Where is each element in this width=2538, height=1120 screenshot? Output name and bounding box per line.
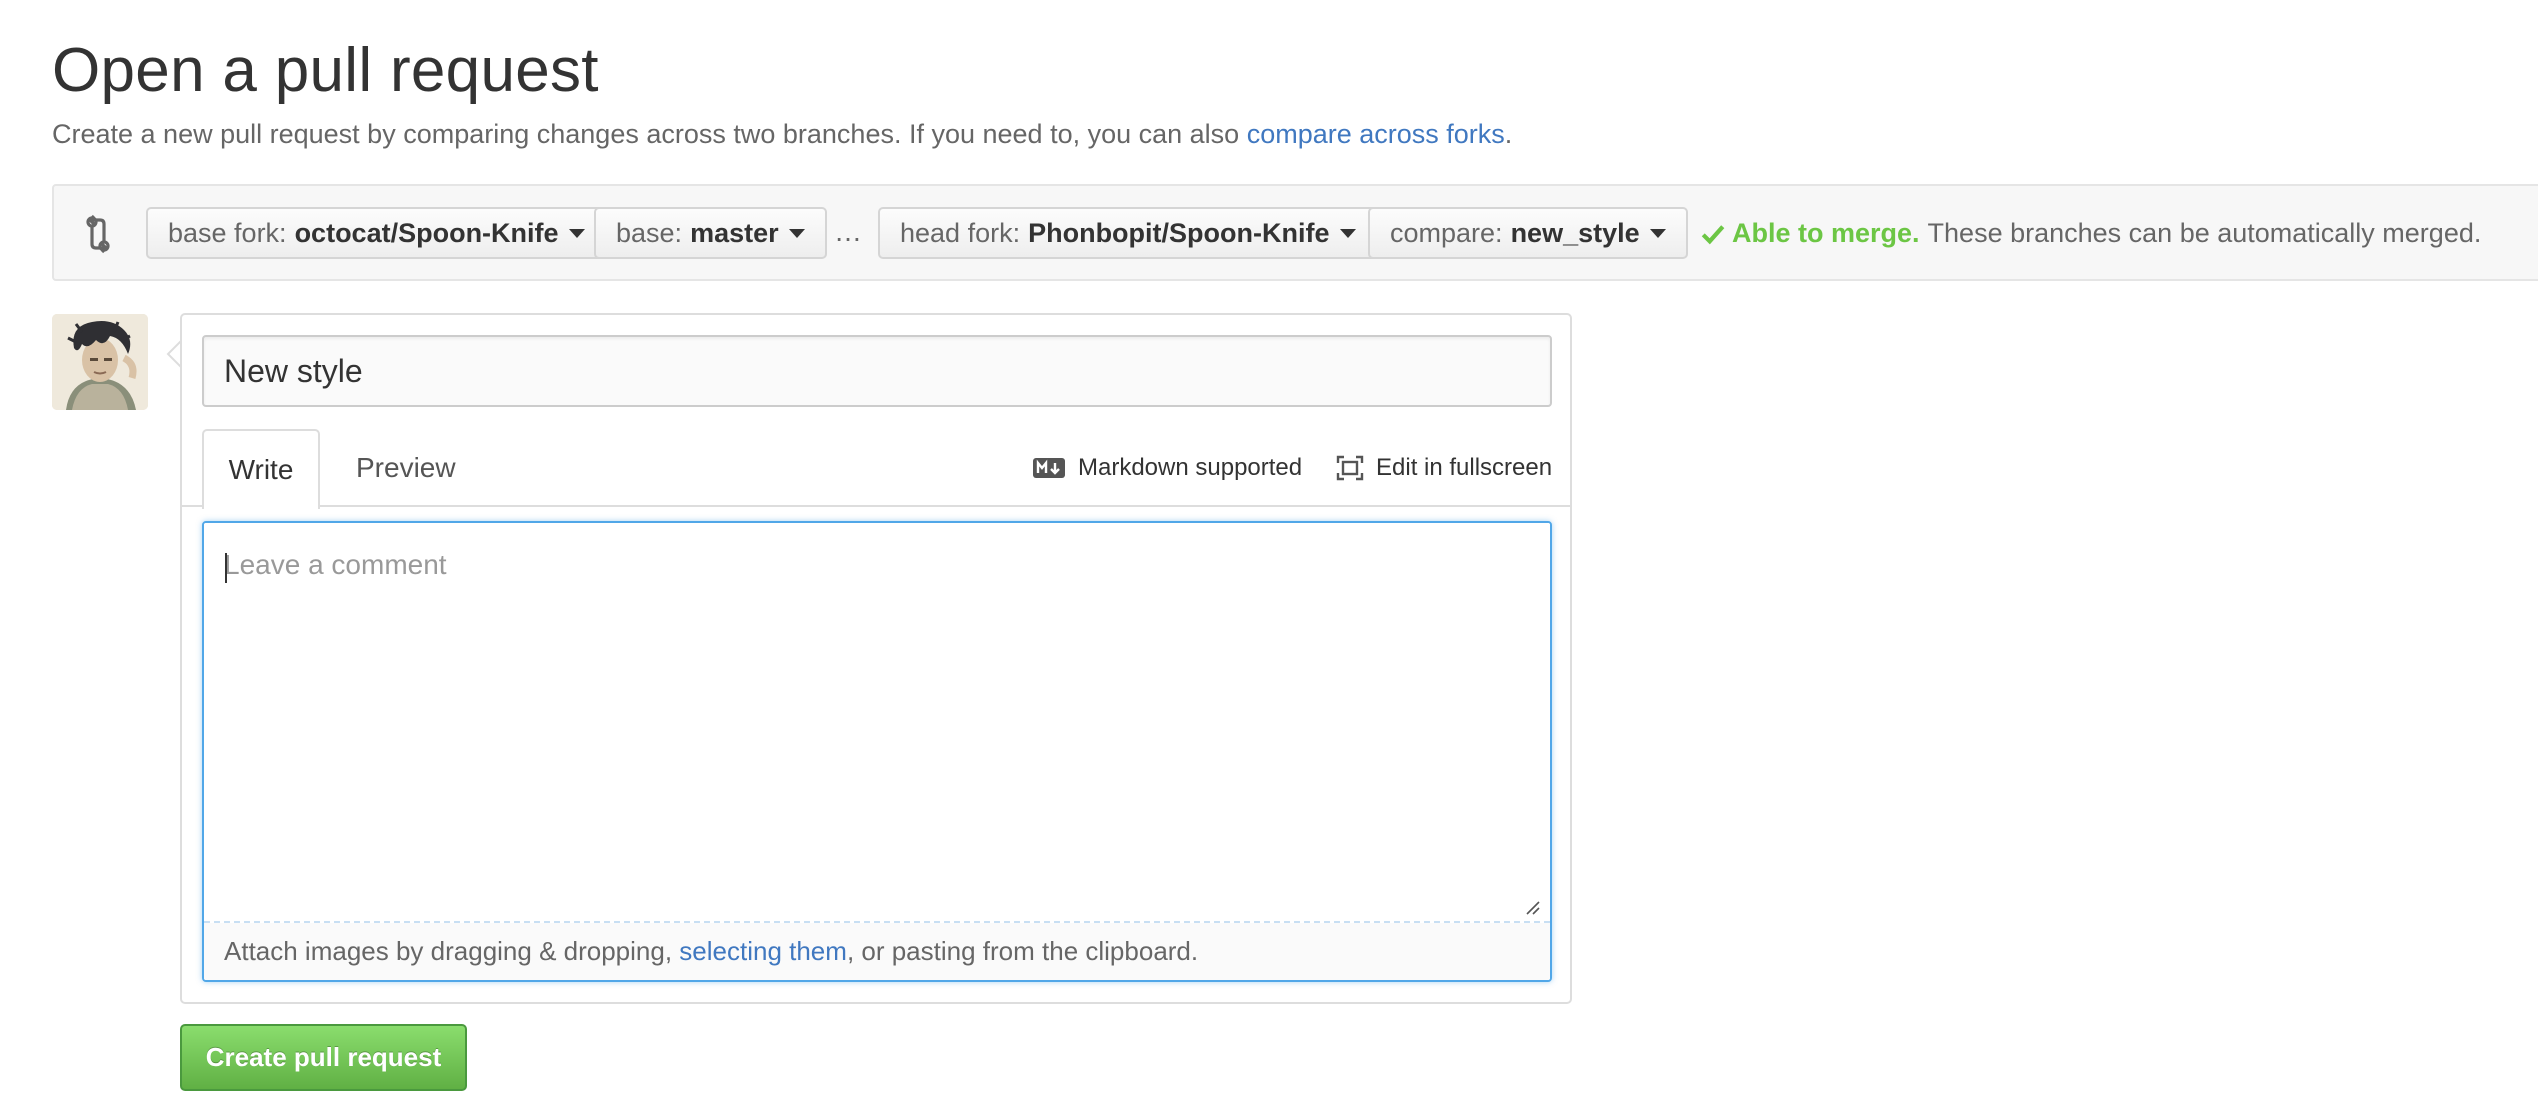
description-suffix: . — [1504, 119, 1513, 149]
check-icon — [1701, 224, 1725, 244]
compare-branch-select[interactable]: compare: new_style — [1368, 207, 1688, 259]
markdown-supported-link[interactable]: Markdown supported — [1032, 429, 1302, 507]
base-fork-value: octocat/Spoon-Knife — [294, 217, 559, 248]
branch-range-editor: base fork: octocat/Spoon-Knife base: mas… — [52, 184, 2538, 281]
base-fork-select[interactable]: base fork: octocat/Spoon-Knife — [146, 207, 607, 259]
comment-tabs: Write Preview Markdown supported Edit in… — [182, 429, 1570, 509]
head-fork-value: Phonbopit/Spoon-Knife — [1028, 217, 1330, 248]
base-branch-label: base: — [616, 217, 683, 248]
caret-down-icon — [1339, 228, 1356, 238]
range-separator: … — [834, 216, 862, 247]
comment-editor: Attach images by dragging & dropping, se… — [202, 521, 1552, 982]
edit-fullscreen-button[interactable]: Edit in fullscreen — [1336, 429, 1552, 507]
pull-request-title-input[interactable] — [202, 335, 1552, 407]
git-compare-icon[interactable] — [80, 214, 116, 254]
text-cursor — [225, 553, 227, 583]
caret-down-icon — [568, 228, 585, 238]
base-fork-label: base fork: — [168, 217, 287, 248]
page-title: Open a pull request — [52, 36, 599, 105]
markdown-supported-label: Markdown supported — [1078, 454, 1303, 481]
base-branch-select[interactable]: base: master — [594, 207, 827, 259]
base-branch-value: master — [690, 217, 779, 248]
merge-ok: Able to merge. — [1700, 218, 1920, 249]
edit-fullscreen-label: Edit in fullscreen — [1376, 454, 1553, 481]
merge-status-message: These branches can be automatically merg… — [1927, 218, 2482, 248]
head-fork-select[interactable]: head fork: Phonbopit/Spoon-Knife — [878, 207, 1378, 259]
resize-grip-icon[interactable] — [1524, 899, 1540, 915]
merge-status-label: Able to merge. — [1732, 218, 1920, 248]
compare-branch-label: compare: — [1390, 217, 1503, 248]
merge-status: Able to merge. These branches can be aut… — [1700, 218, 2481, 249]
compare-across-forks-link[interactable]: compare across forks — [1247, 119, 1505, 149]
head-fork-label: head fork: — [900, 217, 1021, 248]
page-description: Create a new pull request by comparing c… — [52, 116, 1512, 152]
attach-images-suffix: , or pasting from the clipboard. — [846, 936, 1199, 966]
caret-down-icon — [788, 228, 805, 238]
markdown-icon — [1033, 458, 1065, 478]
caret-down-icon — [1649, 228, 1666, 238]
tab-preview[interactable]: Preview — [332, 429, 480, 507]
attach-images-text: Attach images by dragging & dropping, — [224, 936, 680, 966]
pull-request-form: Write Preview Markdown supported Edit in… — [180, 313, 1572, 1004]
create-pull-request-button[interactable]: Create pull request — [180, 1024, 467, 1091]
avatar[interactable] — [52, 314, 148, 410]
select-images-link[interactable]: selecting them — [679, 936, 847, 966]
fullscreen-icon — [1336, 455, 1364, 481]
compare-branch-value: new_style — [1510, 217, 1640, 248]
tab-write[interactable]: Write — [202, 429, 320, 509]
description-text: Create a new pull request by comparing c… — [52, 119, 1247, 149]
attach-images-bar: Attach images by dragging & dropping, se… — [204, 923, 1550, 980]
comment-textarea[interactable] — [204, 523, 1550, 921]
